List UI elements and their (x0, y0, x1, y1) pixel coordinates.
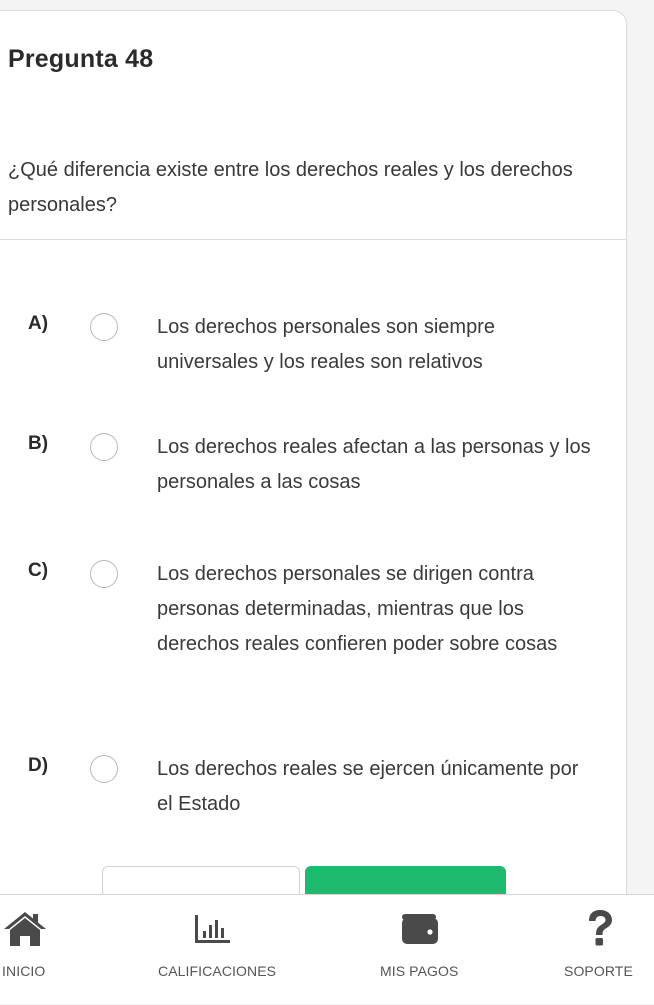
nav-label: SOPORTE (564, 963, 633, 979)
nav-item-inicio[interactable]: INICIO (0, 895, 160, 1005)
question-card: Pregunta 48 ¿Qué diferencia existe entre… (0, 10, 627, 910)
nav-item-soporte[interactable]: SOPORTE (550, 895, 650, 1005)
radio-button-d[interactable] (90, 755, 118, 783)
option-letter: A) (28, 313, 49, 334)
question-title: Pregunta 48 (8, 45, 154, 73)
radio-button-b[interactable] (90, 433, 118, 461)
nav-item-calificaciones[interactable]: CALIFICACIONES (150, 895, 310, 1005)
bar-chart-icon (195, 915, 230, 943)
radio-button-c[interactable] (90, 560, 118, 588)
question-text: ¿Qué diferencia existe entre los derecho… (8, 159, 573, 216)
nav-item-mis-pagos[interactable]: MIS PAGOS (370, 895, 490, 1005)
home-icon (4, 912, 46, 946)
option-text: Los derechos personales se dirigen contr… (157, 563, 558, 655)
radio-button-a[interactable] (90, 313, 118, 341)
option-text: Los derechos reales afectan a las person… (157, 436, 591, 493)
option-letter: B) (28, 433, 49, 454)
divider (0, 239, 626, 240)
bottom-nav: INICIO CALIFICACIONES MIS PAGOS SOPORTE (0, 894, 654, 1004)
nav-label: CALIFICACIONES (158, 963, 277, 979)
option-letter: C) (28, 560, 49, 581)
question-icon (589, 910, 612, 946)
nav-label: INICIO (2, 963, 46, 979)
wallet-icon (402, 914, 438, 944)
option-text: Los derechos personales son siempre univ… (157, 316, 495, 373)
option-letter: D) (28, 755, 49, 776)
option-text: Los derechos reales se ejercen únicament… (157, 758, 579, 815)
nav-label: MIS PAGOS (380, 963, 459, 979)
